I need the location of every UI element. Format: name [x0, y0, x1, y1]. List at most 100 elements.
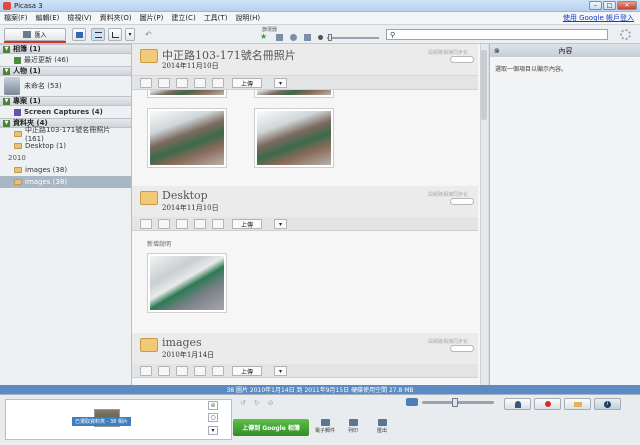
- video-filter-icon[interactable]: [276, 34, 283, 41]
- collage-icon[interactable]: [158, 366, 170, 376]
- menu-folder[interactable]: 資料夾(O): [96, 13, 136, 23]
- share-dropdown[interactable]: ▾: [274, 366, 287, 376]
- selection-tray: 已選取資料夾 - 38 相片: [5, 399, 232, 440]
- folder-item-selected[interactable]: images (38): [0, 176, 131, 188]
- time-filter-slider[interactable]: [327, 37, 379, 39]
- tag-icon[interactable]: ⊘: [268, 399, 274, 411]
- print-button[interactable]: 列印: [343, 419, 363, 434]
- sync-toggle[interactable]: [450, 56, 474, 63]
- google-signin-link[interactable]: 使用 Google 帳戶登入: [563, 13, 634, 23]
- search-input[interactable]: [397, 30, 598, 39]
- minimize-button[interactable]: –: [589, 1, 602, 10]
- back-icon[interactable]: ↶: [145, 30, 156, 39]
- geotag-filter-icon[interactable]: [304, 34, 311, 41]
- list-view-button[interactable]: [91, 28, 105, 41]
- album-item[interactable]: 最近更新 (46): [0, 54, 131, 66]
- upload-to-google-button[interactable]: 上傳到 Google 相簿: [233, 419, 309, 436]
- zoom-out-icon[interactable]: [406, 398, 418, 406]
- share-dropdown[interactable]: ▾: [274, 219, 287, 229]
- share-button[interactable]: 上傳: [232, 219, 262, 229]
- scrollbar-thumb[interactable]: [481, 50, 487, 120]
- album-label: 最近更新 (46): [24, 56, 69, 64]
- project-icon: [14, 108, 21, 116]
- rotate-right-icon[interactable]: ↻: [254, 399, 260, 411]
- save-icon[interactable]: [212, 219, 224, 229]
- zoom-slider-knob[interactable]: [452, 398, 458, 407]
- email-button[interactable]: 電子郵件: [315, 419, 335, 434]
- person-label: 未命名 (53): [24, 82, 62, 90]
- clear-icon[interactable]: ○: [208, 413, 218, 422]
- menu-picture[interactable]: 圖片(P): [136, 13, 168, 23]
- sync-toggle[interactable]: [450, 345, 474, 352]
- section-projects[interactable]: ▼ 專案 (1): [0, 96, 131, 106]
- search-box[interactable]: ⚲: [386, 29, 608, 40]
- sync-toggle[interactable]: [450, 198, 474, 205]
- print-label: 列印: [347, 428, 358, 434]
- share-dropdown[interactable]: ▾: [274, 78, 287, 88]
- search-icon: ⚲: [390, 30, 396, 39]
- face-filter-icon[interactable]: [290, 34, 297, 41]
- export-icon: [377, 419, 387, 426]
- loading-spinner-icon: [620, 29, 631, 40]
- menu-help[interactable]: 說明(H): [231, 13, 264, 23]
- info-panel-button[interactable]: i: [594, 398, 621, 410]
- folder-caption[interactable]: 新增說明: [147, 239, 171, 248]
- time-slider-knob[interactable]: [328, 34, 332, 41]
- people-panel-button[interactable]: [504, 398, 531, 410]
- print-icon: [348, 419, 358, 426]
- menu-file[interactable]: 檔案(F): [0, 13, 32, 23]
- folder-actions-bar: 上傳 ▾: [132, 76, 478, 90]
- movie-icon[interactable]: [176, 366, 188, 376]
- photo-thumbnail[interactable]: [147, 253, 227, 313]
- location-filter-icon[interactable]: [318, 35, 323, 40]
- save-icon[interactable]: [212, 78, 224, 88]
- close-button[interactable]: ✕: [617, 1, 637, 10]
- folder-item[interactable]: images (38): [0, 164, 131, 176]
- star-icon[interactable]: [194, 219, 206, 229]
- tree-view-button[interactable]: [108, 28, 122, 41]
- collage-icon[interactable]: [158, 219, 170, 229]
- star-icon[interactable]: [194, 78, 206, 88]
- menu-create[interactable]: 建立(C): [167, 13, 199, 23]
- places-panel-button[interactable]: [534, 398, 561, 410]
- menu-edit[interactable]: 編輯(E): [32, 13, 64, 23]
- tray-menu-icon[interactable]: ▾: [208, 426, 218, 435]
- folder-item[interactable]: 中正路103-171號名冊照片 (161): [0, 126, 131, 143]
- import-button[interactable]: 匯入: [4, 28, 66, 41]
- panel-title: 內容: [558, 46, 573, 55]
- close-panel-icon[interactable]: ⊗: [494, 47, 500, 55]
- photo-thumbnail[interactable]: [254, 108, 334, 168]
- slideshow-play-icon[interactable]: [140, 219, 152, 229]
- folder-date: 2010年1月14日: [162, 351, 215, 359]
- section-people[interactable]: ▼ 人物 (1): [0, 66, 131, 76]
- movie-icon[interactable]: [176, 78, 188, 88]
- maximize-button[interactable]: □: [603, 1, 616, 10]
- section-albums[interactable]: ▼ 相簿 (1): [0, 44, 131, 54]
- upload-album-button[interactable]: [72, 28, 86, 41]
- slideshow-play-icon[interactable]: [140, 366, 152, 376]
- hold-icon[interactable]: ⊕: [208, 401, 218, 410]
- tags-panel-button[interactable]: [564, 398, 591, 410]
- email-label: 電子郵件: [315, 428, 336, 434]
- menu-view[interactable]: 檢視(V): [63, 13, 95, 23]
- upload-label: 上傳到 Google 相簿: [242, 425, 300, 432]
- share-button[interactable]: 上傳: [232, 78, 262, 88]
- section-title: 相簿 (1): [13, 45, 41, 53]
- movie-icon[interactable]: [176, 219, 188, 229]
- view-dropdown[interactable]: ▾: [125, 28, 135, 41]
- export-label: 匯出: [376, 428, 387, 434]
- menu-tools[interactable]: 工具(T): [200, 13, 232, 23]
- collage-icon[interactable]: [158, 78, 170, 88]
- project-item[interactable]: Screen Captures (4): [0, 106, 131, 118]
- share-button[interactable]: 上傳: [232, 366, 262, 376]
- folder-title: images: [162, 336, 202, 349]
- star-icon[interactable]: [194, 366, 206, 376]
- photo-thumbnail[interactable]: [147, 108, 227, 168]
- person-item[interactable]: 未命名 (53): [0, 76, 131, 96]
- slideshow-play-icon[interactable]: [140, 78, 152, 88]
- star-filter-icon[interactable]: ★: [260, 33, 268, 41]
- export-button[interactable]: 匯出: [372, 419, 392, 434]
- save-icon[interactable]: [212, 366, 224, 376]
- rotate-left-icon[interactable]: ↺: [240, 399, 246, 411]
- zoom-slider[interactable]: [422, 401, 494, 404]
